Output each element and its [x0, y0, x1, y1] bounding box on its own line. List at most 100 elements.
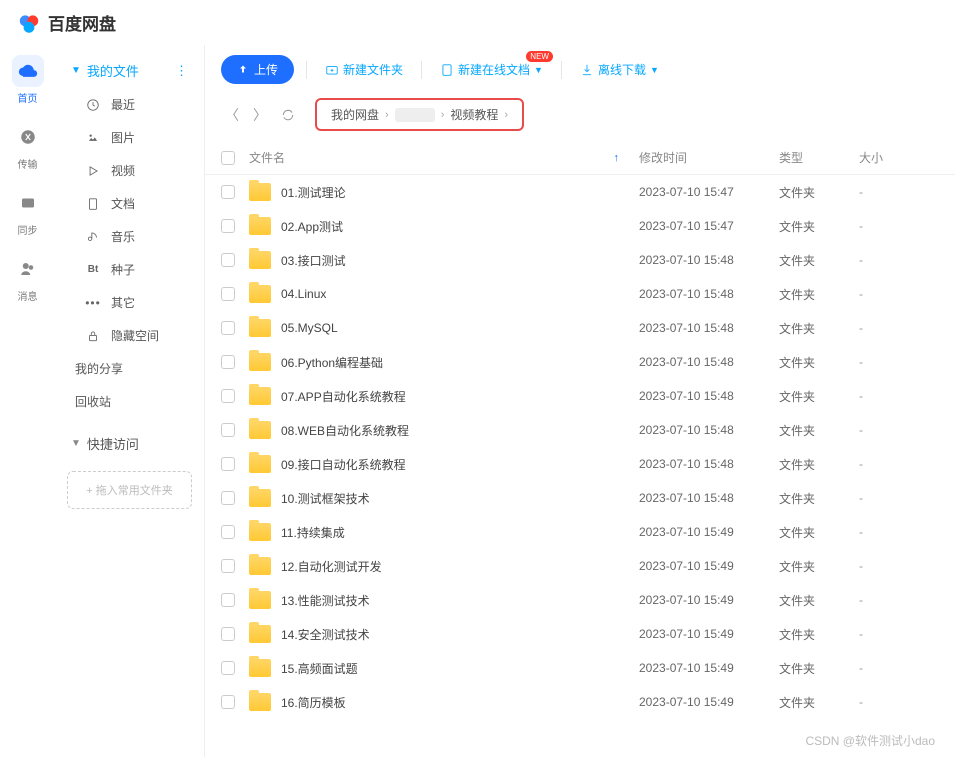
row-checkbox[interactable]: [221, 355, 235, 369]
file-row[interactable]: 10.测试框架技术2023-07-10 15:48文件夹-: [205, 481, 955, 515]
col-size-header[interactable]: 大小: [859, 149, 939, 166]
folder-icon: [249, 455, 271, 473]
sidebar-category-item[interactable]: •••其它: [61, 286, 198, 319]
nav-refresh-button[interactable]: [277, 104, 299, 126]
breadcrumb-item-hidden[interactable]: [395, 108, 435, 122]
row-checkbox[interactable]: [221, 661, 235, 675]
file-row[interactable]: 05.MySQL2023-07-10 15:48文件夹-: [205, 311, 955, 345]
file-row[interactable]: 02.App测试2023-07-10 15:47文件夹-: [205, 209, 955, 243]
offline-download-button[interactable]: 离线下载 ▼: [574, 57, 665, 82]
nav-message[interactable]: 消息: [12, 253, 44, 303]
sidebar-item-label: 隐藏空间: [111, 327, 159, 344]
file-row[interactable]: 03.接口测试2023-07-10 15:48文件夹-: [205, 243, 955, 277]
row-checkbox[interactable]: [221, 491, 235, 505]
col-time-header[interactable]: 修改时间: [639, 149, 779, 166]
folder-icon: [249, 591, 271, 609]
row-checkbox[interactable]: [221, 593, 235, 607]
people-icon: [19, 260, 37, 278]
file-row[interactable]: 14.安全测试技术2023-07-10 15:49文件夹-: [205, 617, 955, 651]
doc-plus-icon: [440, 63, 454, 77]
file-name: 08.WEB自动化系统教程: [281, 422, 409, 439]
sidebar-category-item[interactable]: Bt种子: [61, 253, 198, 286]
file-type: 文件夹: [779, 490, 859, 507]
sidebar-my-share[interactable]: 我的分享: [61, 352, 198, 385]
file-name: 16.简历模板: [281, 694, 346, 711]
file-type: 文件夹: [779, 524, 859, 541]
file-row[interactable]: 01.测试理论2023-07-10 15:47文件夹-: [205, 175, 955, 209]
file-name: 13.性能测试技术: [281, 592, 370, 609]
row-checkbox[interactable]: [221, 695, 235, 709]
file-row[interactable]: 15.高频面试题2023-07-10 15:49文件夹-: [205, 651, 955, 685]
col-name-header[interactable]: 文件名↑: [249, 149, 639, 166]
sidebar-quick-header[interactable]: ▼ 快捷访问: [61, 426, 198, 461]
sidebar-category-item[interactable]: 最近: [61, 88, 198, 121]
upload-button[interactable]: 上传: [221, 55, 294, 84]
sidebar-category-item[interactable]: 文档: [61, 187, 198, 220]
row-checkbox[interactable]: [221, 525, 235, 539]
file-size: -: [859, 355, 939, 369]
row-checkbox[interactable]: [221, 287, 235, 301]
sidebar-category-item[interactable]: 音乐: [61, 220, 198, 253]
watermark: CSDN @软件测试小dao: [805, 732, 935, 749]
file-time: 2023-07-10 15:48: [639, 457, 779, 471]
sidebar-item-label: 种子: [111, 261, 135, 278]
file-row[interactable]: 12.自动化测试开发2023-07-10 15:49文件夹-: [205, 549, 955, 583]
nav-back-button[interactable]: 〈: [221, 104, 243, 126]
file-row[interactable]: 09.接口自动化系统教程2023-07-10 15:48文件夹-: [205, 447, 955, 481]
nav-forward-button[interactable]: 〉: [249, 104, 271, 126]
music-icon: [85, 230, 101, 244]
sidebar-category-item[interactable]: 隐藏空间: [61, 319, 198, 352]
row-checkbox[interactable]: [221, 457, 235, 471]
file-size: -: [859, 525, 939, 539]
dots-icon: •••: [85, 296, 101, 310]
more-icon[interactable]: ⋮: [175, 63, 188, 79]
col-type-header[interactable]: 类型: [779, 149, 859, 166]
file-row[interactable]: 16.简历模板2023-07-10 15:49文件夹-: [205, 685, 955, 719]
chevron-down-icon: ▼: [650, 65, 659, 75]
file-type: 文件夹: [779, 184, 859, 201]
cloud-icon: [18, 61, 38, 81]
folder-icon: [249, 353, 271, 371]
file-time: 2023-07-10 15:49: [639, 627, 779, 641]
row-checkbox[interactable]: [221, 389, 235, 403]
nav-sync[interactable]: 同步: [12, 187, 44, 237]
nav-row: 〈 〉 我的网盘 › › 视频教程 ›: [205, 94, 955, 141]
sidebar-category-item[interactable]: 图片: [61, 121, 198, 154]
sidebar-category-item[interactable]: 视频: [61, 154, 198, 187]
file-size: -: [859, 593, 939, 607]
folder-icon: [249, 557, 271, 575]
row-checkbox[interactable]: [221, 253, 235, 267]
file-size: -: [859, 457, 939, 471]
file-row[interactable]: 06.Python编程基础2023-07-10 15:48文件夹-: [205, 345, 955, 379]
breadcrumb-item[interactable]: 我的网盘: [331, 106, 379, 123]
chevron-right-icon: ›: [385, 109, 389, 121]
sidebar-dropzone[interactable]: + 拖入常用文件夹: [67, 471, 192, 509]
file-row[interactable]: 07.APP自动化系统教程2023-07-10 15:48文件夹-: [205, 379, 955, 413]
row-checkbox[interactable]: [221, 185, 235, 199]
file-row[interactable]: 11.持续集成2023-07-10 15:49文件夹-: [205, 515, 955, 549]
row-checkbox[interactable]: [221, 423, 235, 437]
file-row[interactable]: 04.Linux2023-07-10 15:48文件夹-: [205, 277, 955, 311]
row-checkbox[interactable]: [221, 219, 235, 233]
play-icon: [85, 164, 101, 178]
clock-icon: [85, 98, 101, 112]
nav-home[interactable]: 首页: [12, 55, 44, 105]
sidebar-myfiles-header[interactable]: ▼ 我的文件 ⋮: [61, 53, 198, 88]
file-list: 01.测试理论2023-07-10 15:47文件夹-02.App测试2023-…: [205, 175, 955, 757]
file-type: 文件夹: [779, 694, 859, 711]
breadcrumb-item[interactable]: 视频教程: [450, 106, 498, 123]
file-time: 2023-07-10 15:48: [639, 491, 779, 505]
new-online-doc-button[interactable]: 新建在线文档 ▼ NEW: [434, 57, 549, 82]
nav-transfer[interactable]: 传输: [12, 121, 44, 171]
file-row[interactable]: 08.WEB自动化系统教程2023-07-10 15:48文件夹-: [205, 413, 955, 447]
chevron-right-icon: ›: [441, 109, 445, 121]
folder-icon: [249, 251, 271, 269]
file-time: 2023-07-10 15:49: [639, 525, 779, 539]
row-checkbox[interactable]: [221, 321, 235, 335]
row-checkbox[interactable]: [221, 559, 235, 573]
new-folder-button[interactable]: 新建文件夹: [319, 57, 409, 82]
sidebar-recycle[interactable]: 回收站: [61, 385, 198, 418]
select-all-checkbox[interactable]: [221, 151, 235, 165]
file-row[interactable]: 13.性能测试技术2023-07-10 15:49文件夹-: [205, 583, 955, 617]
row-checkbox[interactable]: [221, 627, 235, 641]
